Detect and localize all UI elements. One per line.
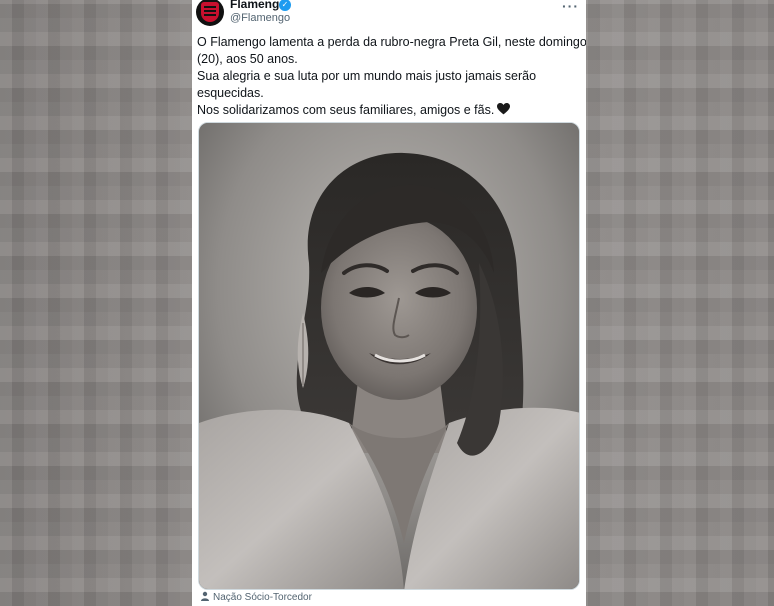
tweet-line: Sua alegria e sua luta por um mundo mais… (197, 69, 537, 83)
black-heart-icon (497, 103, 511, 115)
background-right (586, 0, 774, 606)
avatar[interactable] (196, 0, 224, 26)
tweet-photo[interactable] (198, 122, 580, 590)
person-icon (201, 591, 209, 601)
tweet-line-last: Nos solidarizamos com seus familiares, a… (197, 102, 577, 119)
verified-badge-icon: ✓ (279, 0, 291, 11)
portrait-photo (199, 123, 579, 589)
footer-attribution[interactable]: Nação Sócio-Torcedor (200, 591, 312, 606)
footer-label: Nação Sócio-Torcedor (213, 592, 312, 603)
tweet-header: Flamengo ✓ @Flamengo ··· (192, 0, 586, 30)
tweet-text: O Flamengo lamenta a perda da rubro-negr… (197, 34, 586, 119)
flamengo-crest-icon (201, 2, 219, 22)
tweet-line: Nos solidarizamos com seus familiares, a… (197, 103, 495, 117)
background-left (0, 0, 192, 606)
tweet-card: Flamengo ✓ @Flamengo ··· O Flamengo lame… (192, 0, 586, 606)
account-handle[interactable]: @Flamengo (230, 12, 290, 24)
tweet-line: (20), aos 50 anos. (197, 52, 298, 66)
tweet-line: esquecidas. (197, 86, 264, 100)
tweet-line: O Flamengo lamenta a perda da rubro-negr… (197, 35, 586, 49)
more-dots-icon[interactable]: ··· (562, 0, 579, 14)
